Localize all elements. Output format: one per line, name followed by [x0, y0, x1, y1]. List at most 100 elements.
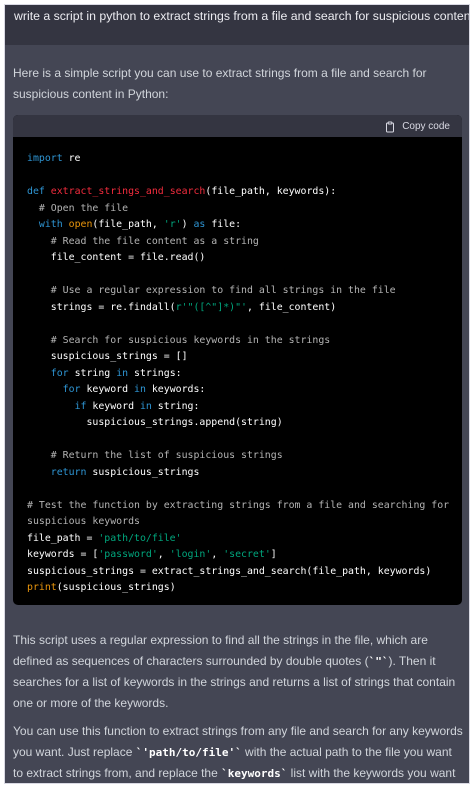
code-token: print — [27, 582, 57, 593]
code-token: # Test the function by extracting string… — [27, 499, 450, 511]
code-token: suspicious_strings.append(string) — [27, 417, 283, 428]
code-line: # Return the list of suspicious strings — [27, 448, 462, 465]
code-token: in — [139, 400, 152, 412]
code-line: # Search for suspicious keywords in the … — [27, 333, 462, 350]
copy-code-label: Copy code — [402, 120, 450, 132]
code-block-header: Copy code — [13, 115, 462, 137]
code-line: for keyword in keywords: — [27, 382, 462, 399]
code-token: # Read the file content as a string — [50, 235, 259, 247]
code-token: suspicious_strings — [86, 466, 200, 478]
code-token: suspicious_strings = [] — [27, 351, 188, 362]
assistant-intro-text: Here is a simple script you can use to e… — [13, 66, 427, 101]
code-token: (file_path, keywords): — [205, 186, 337, 197]
code-token: , — [211, 549, 224, 560]
code-token: keywords = [ — [27, 549, 99, 560]
code-token: (suspicious_strings) — [56, 582, 176, 593]
code-token: suspicious_strings = extract_strings_and… — [27, 565, 432, 577]
code-token: in — [116, 367, 129, 379]
code-token: import — [27, 153, 63, 164]
user-message: write a script in python to extract stri… — [5, 5, 469, 45]
code-token: # Open the file — [38, 202, 129, 214]
code-line: return suspicious_strings — [27, 465, 462, 482]
code-line: suspicious keywords — [27, 514, 462, 531]
code-line: keywords = ['password', 'login', 'secret… — [27, 547, 462, 564]
explanation-paragraph-2: You can use this function to extract str… — [13, 721, 465, 783]
code-token: file: — [205, 219, 242, 230]
code-token: , file_content) — [246, 301, 337, 313]
explanation-paragraph-1: This script uses a regular expression to… — [13, 630, 465, 714]
code-token: for — [62, 384, 81, 395]
code-token: 'path/to/file' — [98, 532, 182, 544]
code-token: with — [38, 219, 63, 230]
code-line: # Test the function by extracting string… — [27, 498, 462, 515]
code-token: (file_path, — [92, 219, 164, 230]
code-token: if — [74, 400, 87, 412]
code-line: suspicious_strings = extract_strings_and… — [27, 564, 462, 581]
code-token: file_path = — [27, 532, 99, 544]
code-line: import re — [27, 151, 462, 168]
code-token: file_content = file.read() — [27, 252, 206, 263]
code-block: Copy code import re def extract_strings_a… — [13, 115, 462, 605]
code-token: return — [50, 466, 87, 478]
inline-code: `'path/to/file'` — [135, 746, 242, 759]
code-token: r'"([^"]*)"' — [175, 301, 247, 313]
code-token: 'secret' — [223, 549, 271, 560]
assistant-message: Here is a simple script you can use to e… — [5, 45, 469, 783]
inline-code: `keywords` — [221, 767, 288, 780]
clipboard-icon — [384, 120, 396, 133]
user-message-text: write a script in python to extract stri… — [14, 9, 470, 23]
code-token: extract_strings_and_search — [50, 186, 206, 197]
code-token: keywords: — [145, 384, 206, 395]
code-line: suspicious_strings = [] — [27, 349, 462, 366]
code-token: as — [193, 219, 206, 230]
code-token: 'login' — [169, 549, 212, 560]
code-line: # Open the file — [27, 201, 462, 218]
code-token: 'password' — [98, 549, 158, 560]
code-line: # Read the file content as a string — [27, 234, 462, 251]
code-token: # Use a regular expression to find all s… — [50, 285, 396, 296]
code-token: # Return the list of suspicious strings — [50, 450, 283, 461]
code-line: def extract_strings_and_search(file_path… — [27, 184, 462, 201]
code-token: , — [157, 549, 170, 560]
code-line: strings = re.findall(r'"([^"]*)"', file_… — [27, 300, 462, 317]
code-line: with open(file_path, 'r') as file: — [27, 217, 462, 234]
code-token: string: — [151, 400, 200, 412]
code-line: suspicious_strings.append(string) — [27, 415, 462, 432]
code-token: ) — [181, 219, 194, 230]
code-content[interactable]: import re def extract_strings_and_search(… — [13, 137, 462, 597]
code-token: strings: — [128, 367, 182, 379]
code-token: keyword — [80, 384, 135, 395]
code-token: re — [62, 153, 81, 164]
code-token: suspicious keywords — [27, 516, 140, 527]
code-line: # Use a regular expression to find all s… — [27, 283, 462, 300]
code-line: print(suspicious_strings) — [27, 580, 462, 597]
paragraph-text: This script uses a regular expression to… — [13, 633, 428, 668]
code-line: file_content = file.read() — [27, 250, 462, 267]
code-token: in — [134, 384, 146, 395]
copy-code-button[interactable]: Copy code — [384, 116, 450, 137]
code-line: if keyword in string: — [27, 399, 462, 416]
code-token: keyword — [86, 400, 140, 412]
code-line: for string in strings: — [27, 366, 462, 383]
inline-code: `"` — [368, 655, 389, 668]
code-token: ] — [270, 549, 277, 560]
code-token: for — [50, 367, 69, 379]
code-token: 'r' — [163, 219, 182, 230]
code-token: # Search for suspicious keywords in the … — [50, 334, 331, 346]
code-line: file_path = 'path/to/file' — [27, 531, 462, 548]
code-token: strings = re.findall( — [27, 301, 176, 313]
